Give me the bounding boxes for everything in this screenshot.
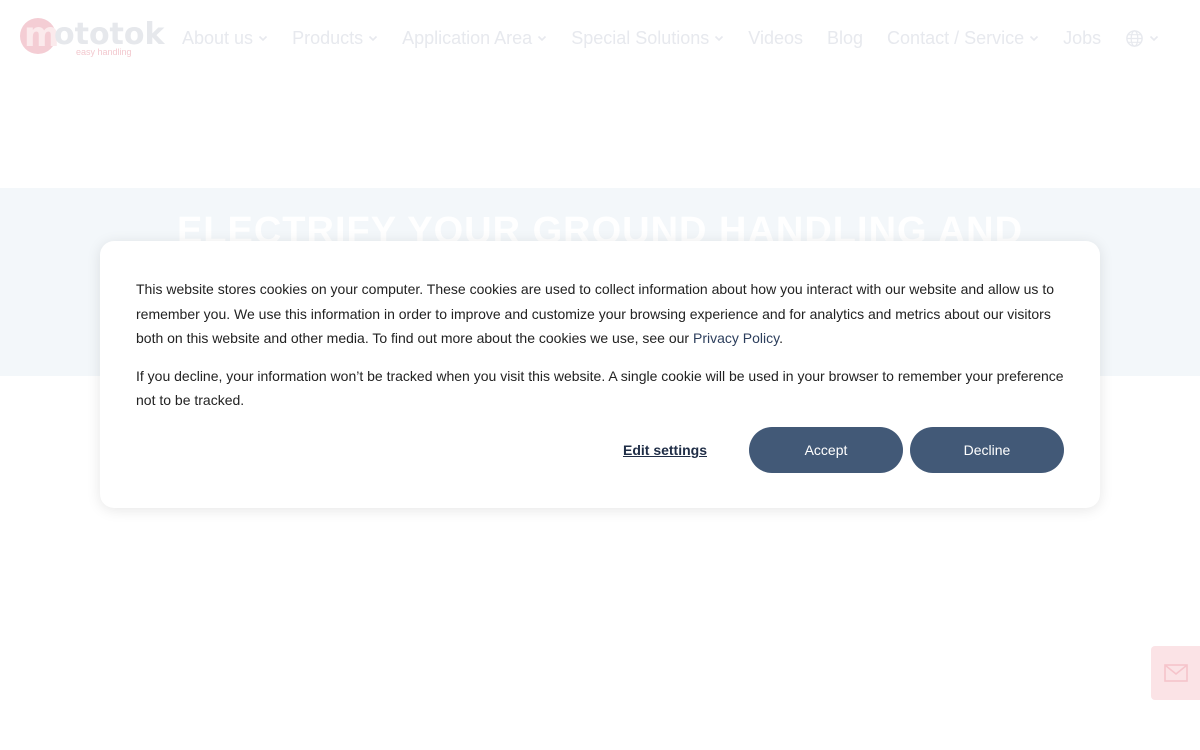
cookie-text-1: This website stores cookies on your comp… <box>136 281 1054 346</box>
cookie-consent-dialog: This website stores cookies on your comp… <box>100 241 1100 508</box>
cookie-paragraph-1: This website stores cookies on your comp… <box>136 277 1064 351</box>
main-nav: About us Products Application Area Speci… <box>182 26 1159 50</box>
chevron-down-icon <box>1150 35 1159 42</box>
site-header: m ototok easy handling About us Products… <box>0 0 1200 78</box>
cookie-text-1-end: . <box>779 330 783 346</box>
nav-item-jobs[interactable]: Jobs <box>1063 27 1101 49</box>
chevron-down-icon <box>369 35 378 42</box>
nav-label: Videos <box>748 28 804 48</box>
language-selector[interactable] <box>1125 29 1159 48</box>
chevron-down-icon <box>258 35 268 42</box>
nav-label: Products <box>292 28 364 48</box>
edit-settings-button[interactable]: Edit settings <box>623 442 707 458</box>
chevron-down-icon <box>1030 35 1039 42</box>
cookie-paragraph-2: If you decline, your information won’t b… <box>136 367 1064 409</box>
nav-label: Contact / Service <box>887 28 1025 48</box>
nav-label: Application Area <box>402 28 533 48</box>
nav-label: Special Solutions <box>571 28 710 48</box>
privacy-policy-link[interactable]: Privacy Policy <box>693 330 779 346</box>
nav-item-about-us[interactable]: About us <box>182 27 268 49</box>
nav-item-products[interactable]: Products <box>292 27 378 49</box>
page: m ototok easy handling About us Products… <box>0 0 1200 750</box>
nav-label: Jobs <box>1063 28 1102 48</box>
nav-label: About us <box>182 28 254 48</box>
logo-tagline: easy handling <box>76 47 132 57</box>
chevron-down-icon <box>538 35 547 42</box>
mail-icon <box>1163 664 1188 682</box>
nav-label: Blog <box>827 28 864 48</box>
globe-icon <box>1126 29 1143 47</box>
mototok-logo[interactable]: m ototok easy handling <box>20 16 170 60</box>
decline-button[interactable]: Decline <box>910 427 1064 473</box>
nav-item-special-solutions[interactable]: Special Solutions <box>571 27 724 49</box>
nav-item-videos[interactable]: Videos <box>748 27 803 49</box>
nav-item-blog[interactable]: Blog <box>827 27 863 49</box>
nav-item-application-area[interactable]: Application Area <box>402 27 547 49</box>
chevron-down-icon <box>715 35 724 42</box>
accept-button[interactable]: Accept <box>749 427 903 473</box>
cookie-actions: Edit settings Accept Decline <box>623 427 1064 473</box>
contact-mail-tab[interactable] <box>1151 646 1200 700</box>
nav-item-contact-service[interactable]: Contact / Service <box>887 27 1039 49</box>
